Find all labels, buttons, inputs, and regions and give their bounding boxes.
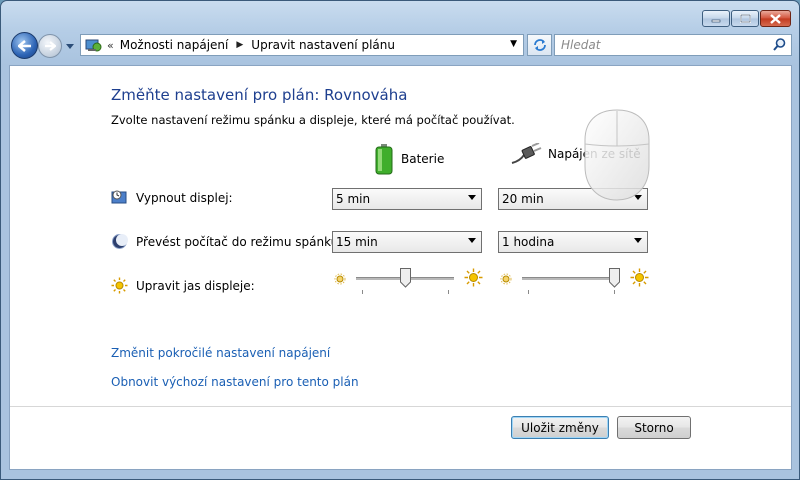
battery-icon: [375, 144, 393, 175]
advanced-settings-link[interactable]: Změnit pokročilé nastavení napájení: [111, 346, 330, 360]
forward-arrow-icon: [45, 41, 56, 51]
main-content: Změňte nastavení pro plán: Rovnováha Zvo…: [9, 65, 792, 470]
forward-button[interactable]: [38, 34, 62, 58]
breadcrumb-separator-icon[interactable]: ▶: [236, 40, 243, 50]
plugged-in-column-header: Napájen ze sítě: [510, 143, 641, 165]
display-off-label: Vypnout displej:: [136, 190, 233, 205]
close-icon: [770, 13, 781, 24]
slider-tick: [528, 290, 529, 294]
close-button[interactable]: [760, 10, 791, 27]
address-bar[interactable]: « Možnosti napájení ▶ Upravit nastavení …: [80, 34, 524, 56]
slider-thumb[interactable]: [400, 268, 411, 288]
brightness-row-label: Upravit jas displeje:: [111, 277, 255, 294]
navigation-bar: « Možnosti napájení ▶ Upravit nastavení …: [9, 31, 792, 61]
slider-tick: [614, 290, 615, 294]
sleep-row-label: Převést počítač do režimu spánku:: [111, 233, 342, 250]
search-placeholder: Hledat: [561, 38, 601, 52]
bright-sun-icon: [464, 268, 483, 287]
battery-column-header: Baterie: [373, 143, 444, 175]
chevron-down-icon: [66, 44, 74, 49]
refresh-icon: [533, 39, 546, 51]
dim-sun-icon: [334, 273, 346, 285]
minimize-icon: [711, 19, 721, 22]
brightness-battery-slider[interactable]: [356, 266, 454, 296]
slider-tick: [448, 290, 449, 294]
sleep-ac-select[interactable]: 1 hodina: [498, 231, 648, 253]
breadcrumb-edit-plan[interactable]: Upravit nastavení plánu: [251, 38, 395, 52]
sleep-label: Převést počítač do režimu spánku:: [136, 234, 343, 249]
cancel-button[interactable]: Storno: [617, 416, 691, 439]
address-dropdown-icon[interactable]: ▼: [510, 39, 517, 49]
power-plug-icon: [511, 143, 542, 164]
bright-sun-icon: [630, 268, 649, 287]
minimize-button[interactable]: [702, 10, 730, 27]
page-title: Změňte nastavení pro plán: Rovnováha: [111, 86, 408, 104]
display-off-row-label: Vypnout displej:: [111, 189, 233, 206]
slider-thumb[interactable]: [609, 268, 620, 288]
breadcrumb-power-options[interactable]: Možnosti napájení: [120, 38, 229, 52]
sleep-battery-value: 15 min: [336, 235, 378, 249]
slider-track: [522, 277, 620, 280]
search-icon[interactable]: [773, 38, 786, 51]
display-off-ac-value: 20 min: [502, 192, 544, 206]
brightness-label: Upravit jas displeje:: [136, 278, 255, 293]
restore-defaults-link[interactable]: Obnovit výchozí nastavení pro tento plán: [111, 375, 359, 389]
maximize-icon: [739, 14, 751, 23]
chevron-down-icon: [634, 195, 642, 200]
page-subtitle: Zvolte nastavení režimu spánku a displej…: [111, 113, 515, 127]
sleep-moon-icon: [112, 234, 128, 249]
chevron-down-icon: [634, 238, 642, 243]
caption-buttons: [702, 10, 791, 27]
back-button[interactable]: [11, 32, 38, 59]
brightness-ac-slider[interactable]: [522, 266, 620, 296]
address-overflow[interactable]: «: [107, 39, 114, 52]
display-off-battery-select[interactable]: 5 min: [332, 188, 482, 210]
display-off-ac-select[interactable]: 20 min: [498, 188, 648, 210]
divider: [10, 406, 791, 407]
battery-label: Baterie: [401, 152, 445, 166]
control-panel-icon: [85, 39, 102, 52]
search-input[interactable]: Hledat: [554, 34, 792, 56]
save-button[interactable]: Uložit změny: [511, 416, 609, 439]
sleep-ac-value: 1 hodina: [502, 235, 555, 249]
recent-pages-dropdown[interactable]: [65, 40, 75, 54]
display-clock-icon: [111, 190, 127, 204]
display-off-battery-value: 5 min: [336, 192, 371, 206]
control-panel-window: « Možnosti napájení ▶ Upravit nastavení …: [0, 0, 800, 480]
maximize-button[interactable]: [731, 10, 759, 27]
chevron-down-icon: [468, 238, 476, 243]
sleep-battery-select[interactable]: 15 min: [332, 231, 482, 253]
slider-tick: [362, 290, 363, 294]
refresh-button[interactable]: [527, 34, 552, 56]
back-arrow-icon: [17, 39, 31, 52]
plugged-in-label: Napájen ze sítě: [548, 147, 641, 161]
sun-icon: [111, 277, 128, 294]
dim-sun-icon: [500, 273, 512, 285]
chevron-down-icon: [468, 195, 476, 200]
